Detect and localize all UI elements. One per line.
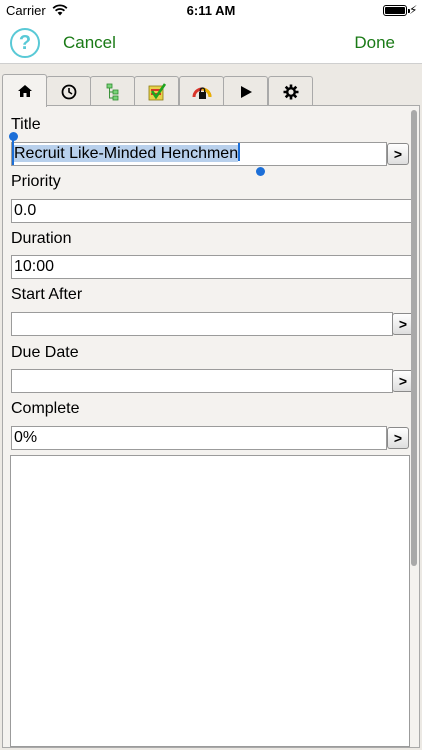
complete-label: Complete [11, 400, 80, 417]
clock-icon [61, 84, 76, 99]
content-area: Title Recruit Like-Minded Henchmen > Pri… [0, 64, 422, 750]
tab-resources[interactable] [179, 76, 224, 106]
home-icon [17, 85, 32, 97]
done-button[interactable]: Done [354, 33, 395, 53]
title-options-button[interactable]: > [387, 143, 409, 165]
start-after-input[interactable] [11, 312, 393, 336]
complete-button[interactable]: > [387, 427, 409, 449]
title-input[interactable]: Recruit Like-Minded Henchmen [11, 142, 387, 166]
selection-end-handle[interactable] [256, 167, 265, 176]
tab-checklist[interactable] [134, 76, 179, 106]
lock-gauge-icon [192, 86, 211, 99]
battery-icon [383, 5, 410, 16]
due-date-input[interactable] [11, 369, 393, 393]
priority-input[interactable]: 0.0 [11, 199, 417, 223]
status-time: 6:11 AM [186, 3, 236, 18]
selection-start-stem [12, 139, 14, 165]
tab-home[interactable] [2, 74, 47, 107]
help-button[interactable]: ? [10, 28, 40, 58]
tab-schedule[interactable] [46, 76, 91, 106]
status-bar: Carrier 6:11 AM ⚡ [0, 0, 422, 22]
nav-bar: ? Cancel Done [0, 22, 422, 64]
notes-textarea[interactable] [10, 455, 410, 747]
title-value: Recruit Like-Minded Henchmen [14, 145, 239, 162]
hierarchy-icon [106, 83, 118, 100]
tab-run[interactable] [223, 76, 268, 106]
complete-input[interactable]: 0% [11, 426, 387, 450]
gear-icon [283, 84, 298, 99]
play-icon [240, 85, 252, 98]
duration-label: Duration [11, 230, 72, 247]
due-date-label: Due Date [11, 344, 79, 361]
tab-hierarchy[interactable] [90, 76, 135, 106]
title-label: Title [11, 116, 41, 133]
scrollbar[interactable] [411, 110, 417, 566]
charging-icon: ⚡ [409, 3, 418, 17]
start-after-label: Start After [11, 286, 83, 303]
tab-strip [0, 74, 422, 107]
tab-settings[interactable] [268, 76, 313, 106]
text-caret [238, 143, 241, 161]
cancel-button[interactable]: Cancel [63, 33, 116, 53]
priority-label: Priority [11, 173, 61, 190]
checklist-icon [148, 82, 166, 100]
duration-input[interactable]: 10:00 [11, 255, 417, 279]
task-details-panel: Title Recruit Like-Minded Henchmen > Pri… [2, 105, 420, 748]
